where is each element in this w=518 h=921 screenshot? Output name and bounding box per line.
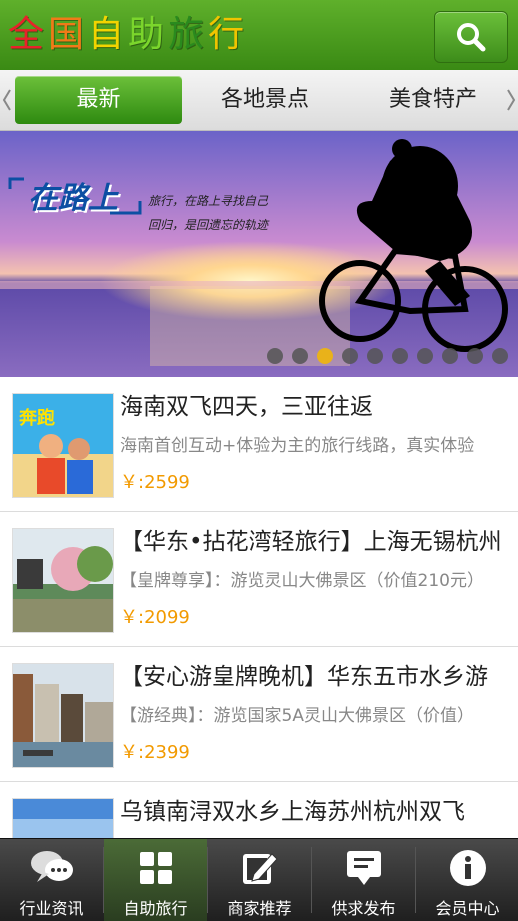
nav-label: 会员中心 [435,899,500,918]
category-tabbar: 最新 各地景点 美食特产 [0,70,518,131]
tour-price: ￥:2599 [120,472,190,493]
nav-member-center[interactable]: 会员中心 [416,839,518,921]
title-char: 行 [208,14,249,55]
tab-food-specialties[interactable]: 美食特产 [358,76,508,124]
tour-title: 【安心游皇牌晚机】华东五市水乡游 [120,664,488,690]
list-item[interactable]: 【华东•拈花湾轻旅行】上海无锡杭州 【皇牌尊享】：游览灵山大佛景区（价值210元… [0,512,518,648]
page-dot[interactable] [267,348,283,364]
title-char: 自 [88,14,129,55]
page-dot[interactable] [442,348,458,364]
tour-title: 海南双飞四天，三亚往返 [120,394,373,420]
page-dot[interactable] [417,348,433,364]
page-dot[interactable] [342,348,358,364]
scroll-left-arrow[interactable] [0,84,14,116]
tab-label: 各地景点 [220,87,309,112]
list-item[interactable]: 奔跑 海南双飞四天，三亚往返 海南首创互动+体验为主的旅行线路，真实体验 ￥:2… [0,377,518,513]
title-char: 国 [48,14,89,55]
nav-label: 自助旅行 [123,899,188,918]
banner-caption: 旅行，在路上寻找自己 回归，是回遗忘的轨迹 [148,189,368,237]
tab-scenic-spots[interactable]: 各地景点 [190,76,340,124]
edit-icon [237,845,283,891]
search-icon [457,23,486,52]
page-dot[interactable] [492,348,508,364]
tab-label: 美食特产 [388,87,477,112]
tour-description: 【游经典】：游览国家5A灵山大佛景区（价值） [120,706,474,726]
list-item[interactable]: 【安心游皇牌晚机】华东五市水乡游 【游经典】：游览国家5A灵山大佛景区（价值） … [0,647,518,783]
tour-description: 海南首创互动+体验为主的旅行线路，真实体验 [120,436,475,456]
banner-image [0,131,518,377]
tour-thumbnail: 奔跑 [12,393,114,498]
chevron-left-icon [2,89,11,111]
app-title: 全国自助旅行 [8,8,248,62]
nav-label: 商家推荐 [227,899,292,918]
tour-title: 乌镇南浔双水乡上海苏州杭州双飞 [120,799,465,825]
chat-bubbles-icon [29,845,75,891]
title-char: 助 [128,14,169,55]
tour-description: 【皇牌尊享】：游览灵山大佛景区（价值210元） [120,571,484,591]
tour-thumbnail [12,663,114,768]
title-char: 全 [8,14,49,55]
info-icon [445,845,491,891]
tour-title: 【华东•拈花湾轻旅行】上海无锡杭州 [120,529,502,555]
svg-text:奔跑: 奔跑 [18,407,55,429]
tour-thumbnail [12,528,114,633]
nav-self-guided-travel[interactable]: 自助旅行 [104,839,207,921]
tab-latest[interactable]: 最新 [15,76,182,124]
app-header: 全国自助旅行 [0,0,518,70]
title-char: 旅 [168,14,209,55]
page-dot[interactable] [467,348,483,364]
nav-industry-news[interactable]: 行业资讯 [0,839,103,921]
banner-line1: 旅行，在路上寻找自己 [148,194,269,208]
page-dot-active[interactable] [317,348,333,364]
tab-label: 最新 [76,87,121,112]
scroll-right-arrow[interactable] [504,84,518,116]
publish-icon [341,845,387,891]
tour-price: ￥:2399 [120,742,190,763]
banner-badge-text: 在路上 [28,181,118,216]
bottom-navigation: 行业资讯 自助旅行 商家推荐 供求发布 会员中心 [0,838,518,921]
page-dot[interactable] [392,348,408,364]
search-button[interactable] [434,11,508,63]
banner-page-indicator [267,348,517,364]
grid-icon [133,845,179,891]
page-dot[interactable] [367,348,383,364]
nav-merchant-recommend[interactable]: 商家推荐 [208,839,311,921]
banner-line2: 回归，是回遗忘的轨迹 [148,218,269,232]
page-dot[interactable] [292,348,308,364]
nav-supply-demand[interactable]: 供求发布 [312,839,415,921]
nav-label: 行业资讯 [19,899,84,918]
promo-banner[interactable]: 在路上 旅行，在路上寻找自己 回归，是回遗忘的轨迹 [0,131,518,377]
tour-price: ￥:2099 [120,607,190,628]
nav-label: 供求发布 [331,899,396,918]
chevron-right-icon [507,89,516,111]
